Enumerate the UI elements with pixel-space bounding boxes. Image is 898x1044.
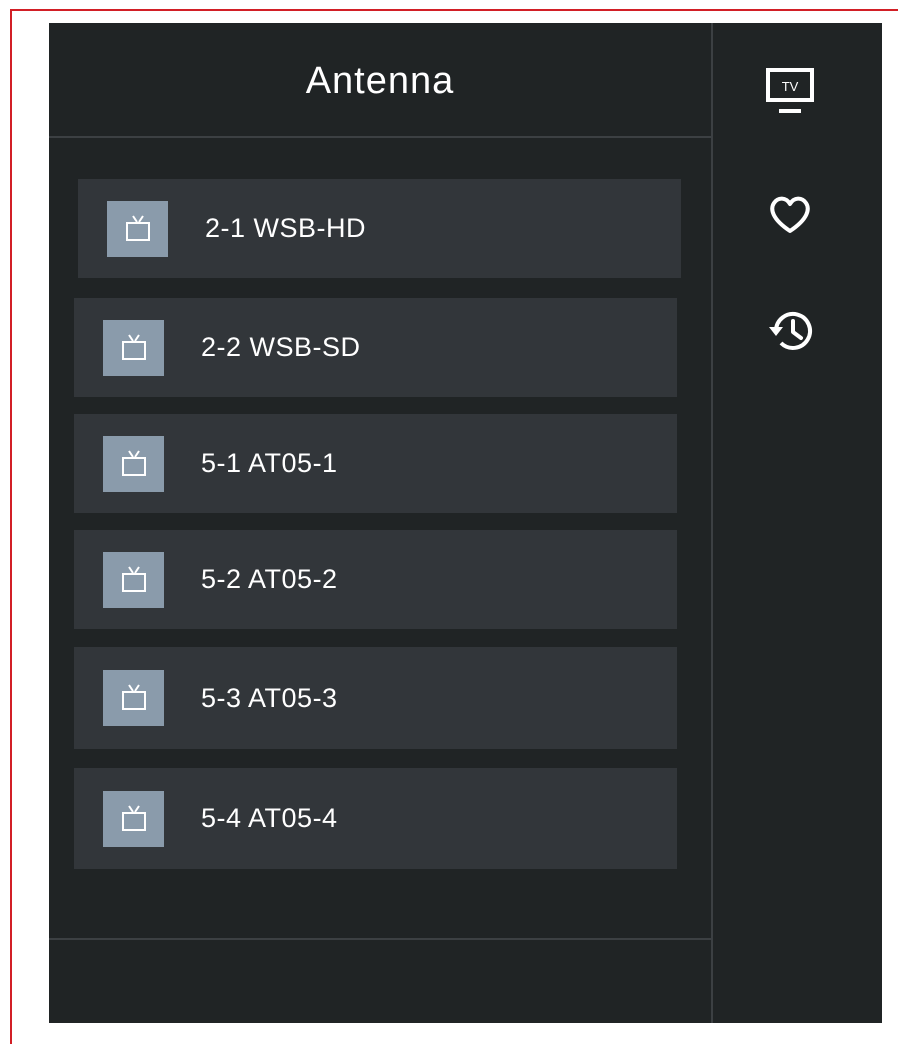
- frame-border-top: [10, 9, 898, 11]
- frame-border-left: [10, 9, 12, 1044]
- channel-item[interactable]: 2-1 WSB-HD: [78, 179, 681, 278]
- channel-item[interactable]: 5-2 AT05-2: [74, 530, 677, 629]
- tv-icon: [103, 551, 164, 608]
- sidebar-item-history[interactable]: [753, 303, 827, 363]
- sidebar-item-favorites[interactable]: [753, 187, 827, 247]
- tv-icon: [103, 319, 164, 376]
- page-title: Antenna: [305, 60, 455, 102]
- tv-icon: [103, 435, 164, 492]
- tv-icon: [107, 200, 168, 257]
- channel-label: 5-1 AT05-1: [201, 448, 338, 478]
- footer-divider: [49, 938, 711, 940]
- channel-label: 2-2 WSB-SD: [201, 332, 361, 362]
- heart-icon: [768, 195, 812, 240]
- channel-item[interactable]: 2-2 WSB-SD: [74, 298, 677, 397]
- sidebar: TV: [713, 23, 882, 1023]
- channel-item[interactable]: 5-1 AT05-1: [74, 414, 677, 513]
- tv-icon: [103, 670, 164, 726]
- history-icon: [765, 308, 815, 359]
- channel-item[interactable]: 5-3 AT05-3: [74, 647, 677, 749]
- channel-list-main: Antenna 2-1 WSB-HD 2-2 WSB-SD 5-1 AT05-1…: [49, 23, 711, 1023]
- tv-icon: TV: [765, 67, 815, 124]
- channel-list-panel: Antenna 2-1 WSB-HD 2-2 WSB-SD 5-1 AT05-1…: [49, 23, 882, 1023]
- channel-label: 5-3 AT05-3: [201, 682, 338, 713]
- channel-item[interactable]: 5-4 AT05-4: [74, 768, 677, 869]
- tv-icon-text: TV: [782, 79, 799, 94]
- sidebar-item-tv-channels[interactable]: TV: [753, 65, 827, 125]
- tv-icon: [103, 790, 164, 847]
- header: Antenna: [49, 23, 711, 138]
- channel-label: 2-1 WSB-HD: [205, 213, 367, 243]
- channel-label: 5-4 AT05-4: [201, 803, 338, 833]
- channel-label: 5-2 AT05-2: [201, 564, 338, 594]
